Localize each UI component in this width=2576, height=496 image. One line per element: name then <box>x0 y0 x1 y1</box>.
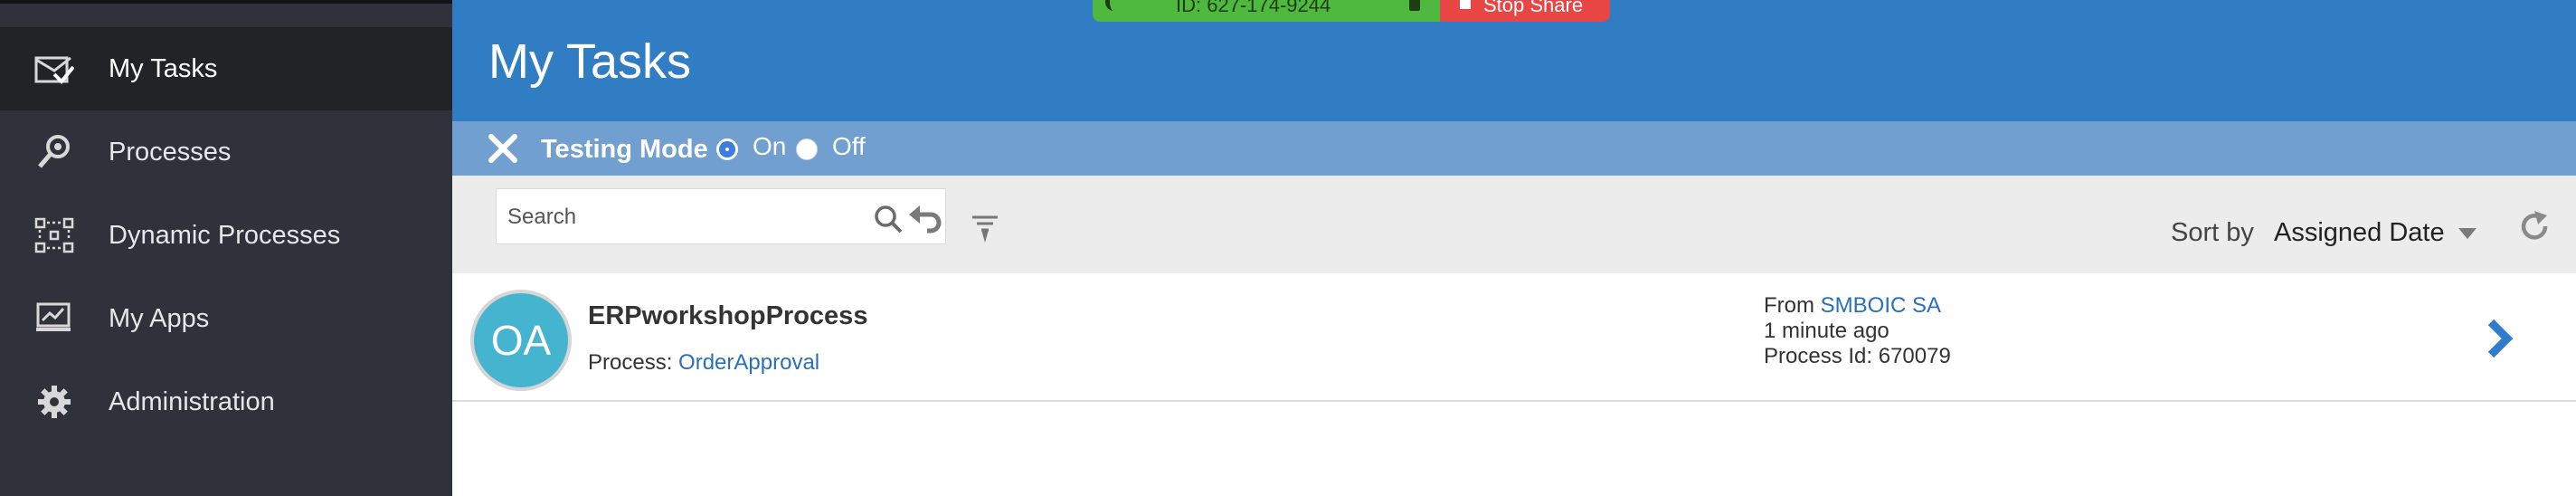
search-icon[interactable] <box>873 204 904 234</box>
testing-mode-label: Testing Mode <box>541 135 708 164</box>
sidebar-item-label: My Apps <box>109 304 210 333</box>
search-input[interactable] <box>506 198 871 236</box>
sidebar: My Tasks Processes Dynamic Processes My … <box>0 0 452 496</box>
avatar: OA <box>470 290 572 391</box>
from-user-link[interactable]: SMBOIC SA <box>1821 293 1941 318</box>
magnifier-icon <box>38 135 70 168</box>
screenshare-id-text: ID: 627-174-9244 <box>1176 0 1331 16</box>
inbox-check-icon <box>34 56 74 84</box>
sidebar-item-label: My Tasks <box>109 54 218 83</box>
testing-mode-on-label: On <box>753 132 787 160</box>
screenshare-id: ID: 627-174-9244 <box>1093 0 1440 22</box>
task-process-id: Process Id: 670079 <box>1764 344 1951 368</box>
undo-icon[interactable] <box>907 204 942 234</box>
sidebar-item-my-apps[interactable]: My Apps <box>0 277 452 360</box>
chevron-right-icon[interactable] <box>2482 317 2518 360</box>
sidebar-item-label: Administration <box>109 387 275 416</box>
close-icon[interactable] <box>487 132 519 165</box>
stop-square-icon <box>1460 0 1471 9</box>
process-prefix: Process: <box>588 350 673 375</box>
filter-icon[interactable] <box>971 215 999 244</box>
testing-mode-off-radio[interactable] <box>796 138 818 160</box>
sort-by-label: Sort by <box>2171 218 2254 247</box>
sort-by-dropdown[interactable]: Assigned Date <box>2274 217 2445 248</box>
refresh-icon[interactable] <box>2518 210 2551 243</box>
screenshare-bar: ID: 627-174-9244 Stop Share <box>1093 0 1610 22</box>
chevron-down-icon[interactable] <box>2458 228 2477 239</box>
stop-share-label: Stop Share <box>1483 0 1584 16</box>
task-toolbar: Sort by Assigned Date <box>452 176 2576 275</box>
from-prefix: From <box>1764 293 1814 318</box>
search-box <box>496 188 946 244</box>
page-title: My Tasks <box>488 34 692 89</box>
task-time-ago: 1 minute ago <box>1764 319 1889 343</box>
task-title[interactable]: ERPworkshopProcess <box>588 300 867 331</box>
gear-icon <box>38 386 71 418</box>
task-from: From SMBOIC SA <box>1764 293 1951 319</box>
sidebar-top-border <box>0 0 452 4</box>
chart-monitor-icon <box>36 302 71 331</box>
lock-icon <box>1409 0 1420 11</box>
phone-icon <box>1105 0 1122 11</box>
sidebar-item-administration[interactable]: Administration <box>0 360 452 444</box>
testing-mode-on-radio[interactable] <box>716 138 738 160</box>
task-process-line: Process: OrderApproval <box>588 349 819 377</box>
process-link[interactable]: OrderApproval <box>678 350 819 375</box>
sidebar-item-dynamic-processes[interactable]: Dynamic Processes <box>0 194 452 277</box>
dashed-flow-icon <box>34 217 74 253</box>
sidebar-item-label: Processes <box>109 138 232 167</box>
task-list-item[interactable]: OA ERPworkshopProcess Process: OrderAppr… <box>452 273 2576 402</box>
testing-mode-bar: Testing Mode On Off <box>452 121 2576 176</box>
sidebar-item-label: Dynamic Processes <box>109 221 341 250</box>
task-meta: From SMBOIC SA 1 minute ago Process Id: … <box>1764 293 1951 369</box>
sidebar-item-my-tasks[interactable]: My Tasks <box>0 27 452 110</box>
page-header: My Tasks ID: 627-174-9244 Stop Share <box>452 0 2576 121</box>
testing-mode-off-label: Off <box>832 132 866 160</box>
sidebar-item-processes[interactable]: Processes <box>0 110 452 194</box>
stop-share-button[interactable]: Stop Share <box>1440 0 1610 22</box>
